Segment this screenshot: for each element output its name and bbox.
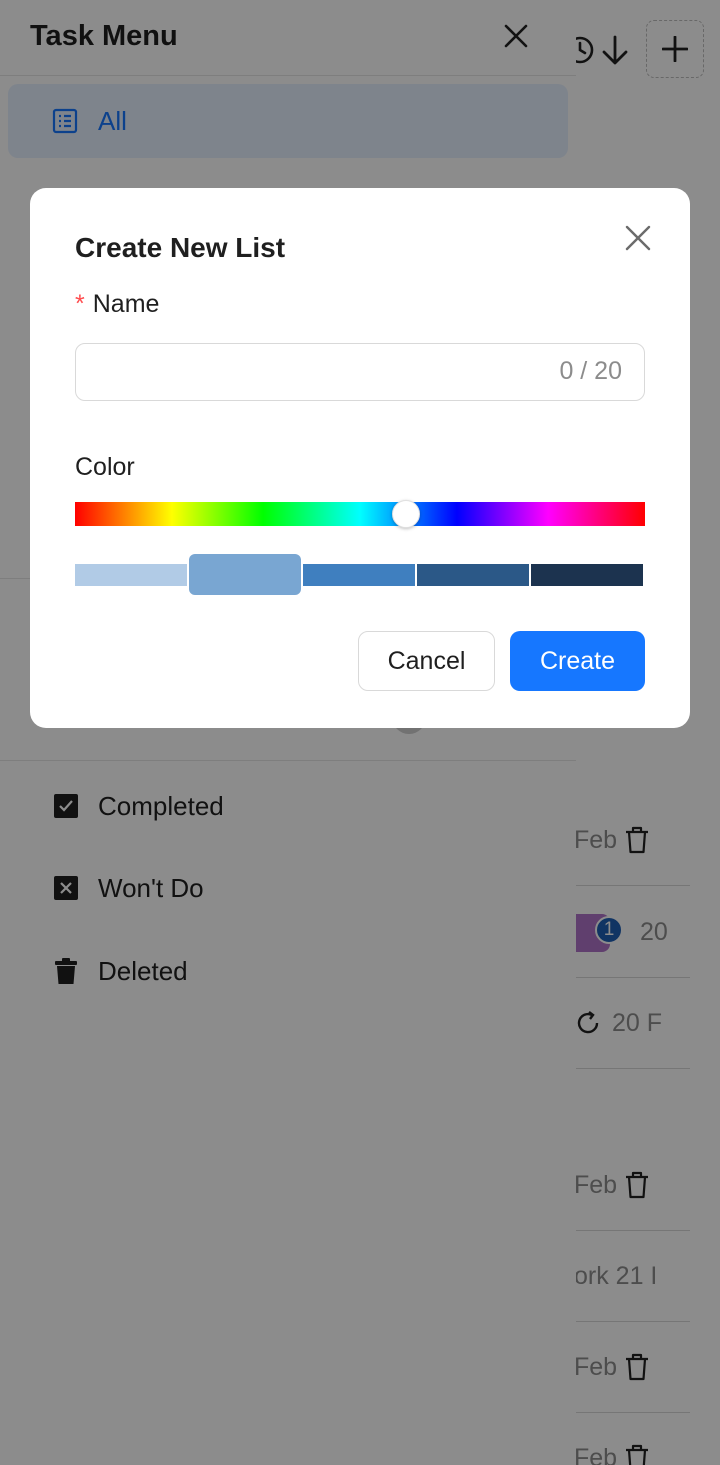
color-shade-swatch[interactable] [531, 564, 643, 586]
name-input[interactable] [90, 352, 530, 392]
color-shade-swatch[interactable] [75, 564, 187, 586]
dialog-title: Create New List [75, 232, 286, 263]
name-field[interactable]: 0 / 20 [75, 343, 645, 401]
cancel-button[interactable]: Cancel [358, 631, 495, 691]
name-label: * Name [75, 290, 159, 319]
color-shade-swatch[interactable] [417, 564, 529, 586]
color-shade-swatch[interactable] [189, 554, 301, 595]
color-shade-swatch[interactable] [303, 564, 415, 586]
hue-slider[interactable] [75, 500, 645, 528]
shade-picker [75, 554, 645, 596]
create-button[interactable]: Create [510, 631, 645, 691]
name-label-text: Name [92, 290, 160, 318]
required-mark: * [75, 290, 85, 318]
hue-slider-handle[interactable] [391, 500, 420, 528]
color-label: Color [75, 453, 135, 481]
create-list-dialog: Create New List * Name 0 / 20 Color Cance… [30, 188, 690, 728]
close-icon [625, 225, 651, 251]
close-dialog-button[interactable] [624, 224, 652, 252]
name-char-counter: 0 / 20 [559, 357, 622, 385]
